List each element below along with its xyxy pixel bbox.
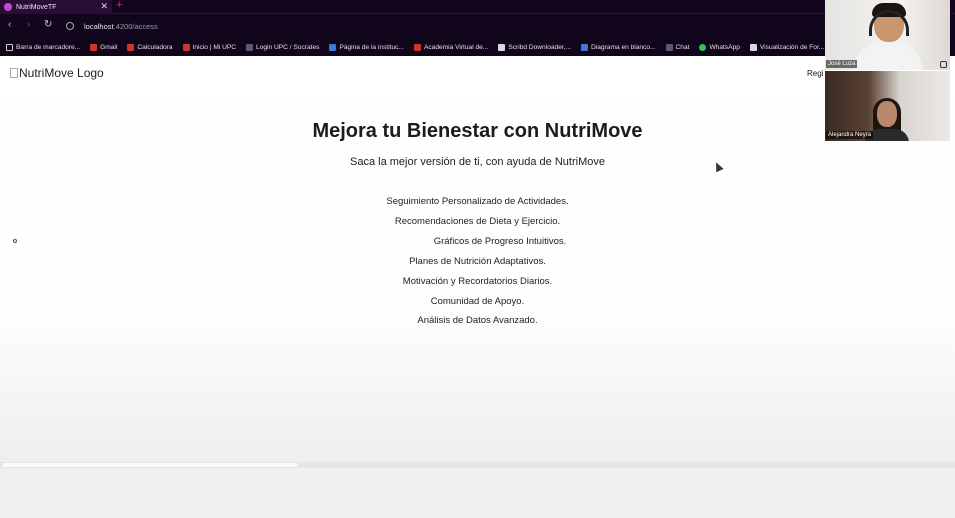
upc-icon (182, 43, 190, 51)
tab-favicon-icon (4, 3, 12, 11)
tab-title: NutriMoveTF (16, 3, 57, 11)
bookmark-item[interactable]: Login UPC / Socrates (246, 43, 320, 51)
url-host: localhost (84, 21, 114, 31)
register-link[interactable]: Regi (807, 69, 823, 78)
browser-toolbar: ‹ › ↻ localhost :4200/access (0, 14, 955, 38)
user-icon (246, 43, 254, 51)
bookmark-item[interactable]: Diagrama en blanco... (581, 43, 656, 51)
feature-item: Gráficos de Progreso Intuitivos. (433, 236, 567, 247)
bookmark-label: Visualización de For... (759, 43, 825, 51)
bookmark-label: Gmail (100, 43, 118, 51)
bookmark-label: Chat (675, 43, 690, 51)
broken-image-icon (10, 68, 18, 78)
bookmark-item[interactable]: Scribd Downloader,... (498, 43, 572, 51)
scribd-icon (498, 43, 506, 51)
feature-item: Recomendaciones de Dieta y Ejercicio. (394, 216, 561, 227)
bookmark-label: Página de la instituc... (339, 43, 404, 51)
hero-title: Mejora tu Bienestar con NutriMove (312, 120, 643, 142)
chat-icon (665, 43, 673, 51)
institution-icon (329, 43, 337, 51)
pin-icon[interactable] (940, 61, 947, 68)
whatsapp-icon (699, 43, 707, 51)
academy-icon (413, 43, 421, 51)
bookmark-item[interactable]: Barra de marcadore... (6, 43, 81, 51)
feature-item: Motivación y Recordatorios Diarios. (402, 276, 553, 287)
forward-icon[interactable]: › (27, 19, 30, 30)
calculator-icon (127, 43, 135, 51)
bookmark-label: Scribd Downloader,... (508, 43, 572, 51)
video-tile-participant[interactable]: Alejandra Neyra (825, 71, 950, 141)
address-bar[interactable]: localhost :4200/access (66, 18, 806, 34)
bookmark-item[interactable]: Página de la instituc... (329, 43, 404, 51)
participant-name: José Luza (826, 60, 858, 68)
logo-alt-text: NutriMove Logo (19, 66, 104, 80)
participant-face (877, 101, 897, 127)
document-icon (749, 43, 757, 51)
video-tile-participant[interactable]: José Luza (825, 0, 950, 70)
bookmark-label: Inicio | Mi UPC (192, 43, 237, 51)
bookmark-label: Login UPC / Socrates (256, 43, 320, 51)
reload-icon[interactable]: ↻ (44, 19, 52, 30)
bookmark-item[interactable]: Visualización de For... (749, 43, 825, 51)
participant-body (853, 42, 923, 70)
bookmark-item[interactable]: Inicio | Mi UPC (182, 43, 237, 51)
nutrimove-logo[interactable]: NutriMove Logo (10, 66, 104, 80)
bookmark-item[interactable]: Calculadora (127, 43, 173, 51)
folder-icon (6, 43, 13, 51)
site-info-icon[interactable] (66, 22, 74, 30)
participant-name: Alejandra Neyra (826, 131, 874, 139)
carousel-dot[interactable] (13, 239, 17, 243)
back-icon[interactable]: ‹ (8, 19, 11, 30)
browser-tab[interactable]: NutriMoveTF ✕ (0, 0, 112, 14)
feature-item: Seguimiento Personalizado de Actividades… (386, 196, 569, 207)
bookmark-label: Calculadora (137, 43, 173, 51)
bookmarks-bar: Barra de marcadore... Gmail Calculadora … (0, 38, 955, 56)
bookmark-item[interactable]: Gmail (90, 43, 118, 51)
feature-item: Comunidad de Apoyo. (430, 296, 525, 307)
diagram-icon (581, 43, 589, 51)
new-tab-button[interactable]: + (116, 0, 122, 11)
feature-item: Planes de Nutrición Adaptativos. (409, 256, 546, 267)
bookmark-label: Diagrama en blanco... (591, 43, 656, 51)
bookmark-label: WhatsApp (709, 43, 740, 51)
browser-tab-bar: NutriMoveTF ✕ + (0, 0, 955, 14)
scrollbar-thumb[interactable] (2, 463, 298, 467)
bookmark-item[interactable]: Chat (665, 43, 690, 51)
tab-close-icon[interactable]: ✕ (100, 1, 108, 12)
bookmark-item[interactable]: Academia Virtual de... (413, 43, 489, 51)
gmail-icon (90, 43, 98, 51)
window-bottom-area (0, 468, 955, 518)
page-content: NutriMove Logo Regi Mejora tu Bienestar … (0, 56, 955, 464)
bookmark-label: Barra de marcadore... (16, 43, 81, 51)
feature-item: Análisis de Datos Avanzado. (417, 315, 538, 326)
bookmark-item[interactable]: WhatsApp (699, 43, 740, 51)
url-path: :4200/access (113, 21, 158, 31)
bookmark-label: Academia Virtual de... (423, 43, 489, 51)
hero-subtitle: Saca la mejor versión de ti, con ayuda d… (350, 156, 605, 168)
